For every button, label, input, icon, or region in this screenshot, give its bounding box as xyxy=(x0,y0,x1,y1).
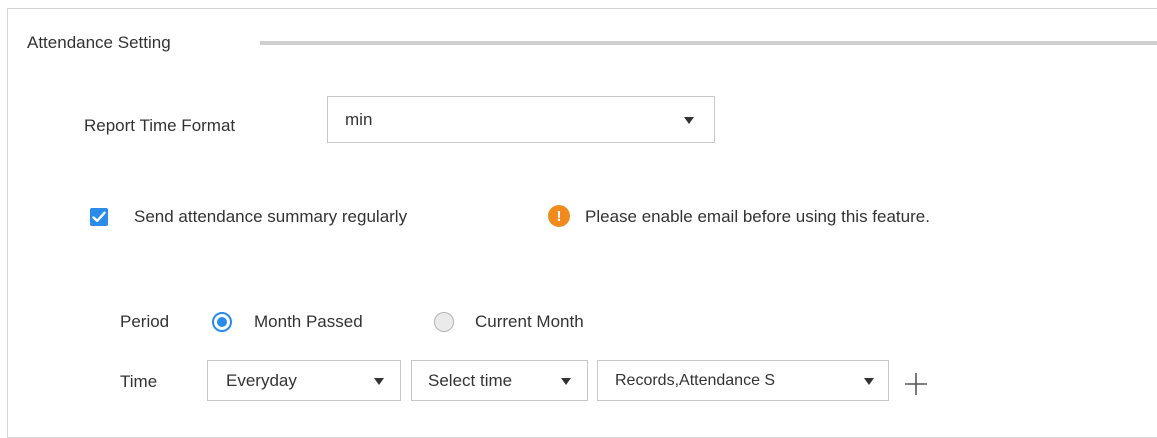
chevron-down-icon xyxy=(864,377,874,385)
time-select-value: Select time xyxy=(428,370,513,390)
period-month-passed-radio[interactable] xyxy=(212,312,232,332)
frequency-select[interactable]: Everyday xyxy=(207,360,401,401)
chevron-down-icon xyxy=(684,116,694,124)
time-select[interactable]: Select time xyxy=(411,360,588,401)
section-divider xyxy=(260,41,1157,45)
period-month-passed-label[interactable]: Month Passed xyxy=(254,312,363,332)
frequency-value: Everyday xyxy=(226,370,297,390)
checkmark-icon xyxy=(92,211,106,222)
warning-icon: ! xyxy=(548,205,570,227)
period-label: Period xyxy=(120,312,170,331)
chevron-down-icon xyxy=(561,377,571,385)
chevron-down-icon xyxy=(374,377,384,385)
report-time-format-value: min xyxy=(345,109,373,129)
period-current-month-radio[interactable] xyxy=(434,312,454,332)
report-content-select[interactable]: Records,Attendance S xyxy=(597,360,889,401)
period-current-month-label[interactable]: Current Month xyxy=(475,312,584,332)
send-summary-label: Send attendance summary regularly xyxy=(134,207,408,226)
report-time-format-select[interactable]: min xyxy=(327,96,715,143)
email-warning-text: Please enable email before using this fe… xyxy=(585,207,930,226)
report-time-format-label: Report Time Format xyxy=(84,116,236,135)
report-content-value: Records,Attendance S xyxy=(615,371,776,389)
time-label: Time xyxy=(120,372,158,391)
send-summary-checkbox[interactable] xyxy=(90,208,108,226)
section-title: Attendance Setting xyxy=(27,33,171,52)
plus-icon[interactable] xyxy=(901,369,931,399)
